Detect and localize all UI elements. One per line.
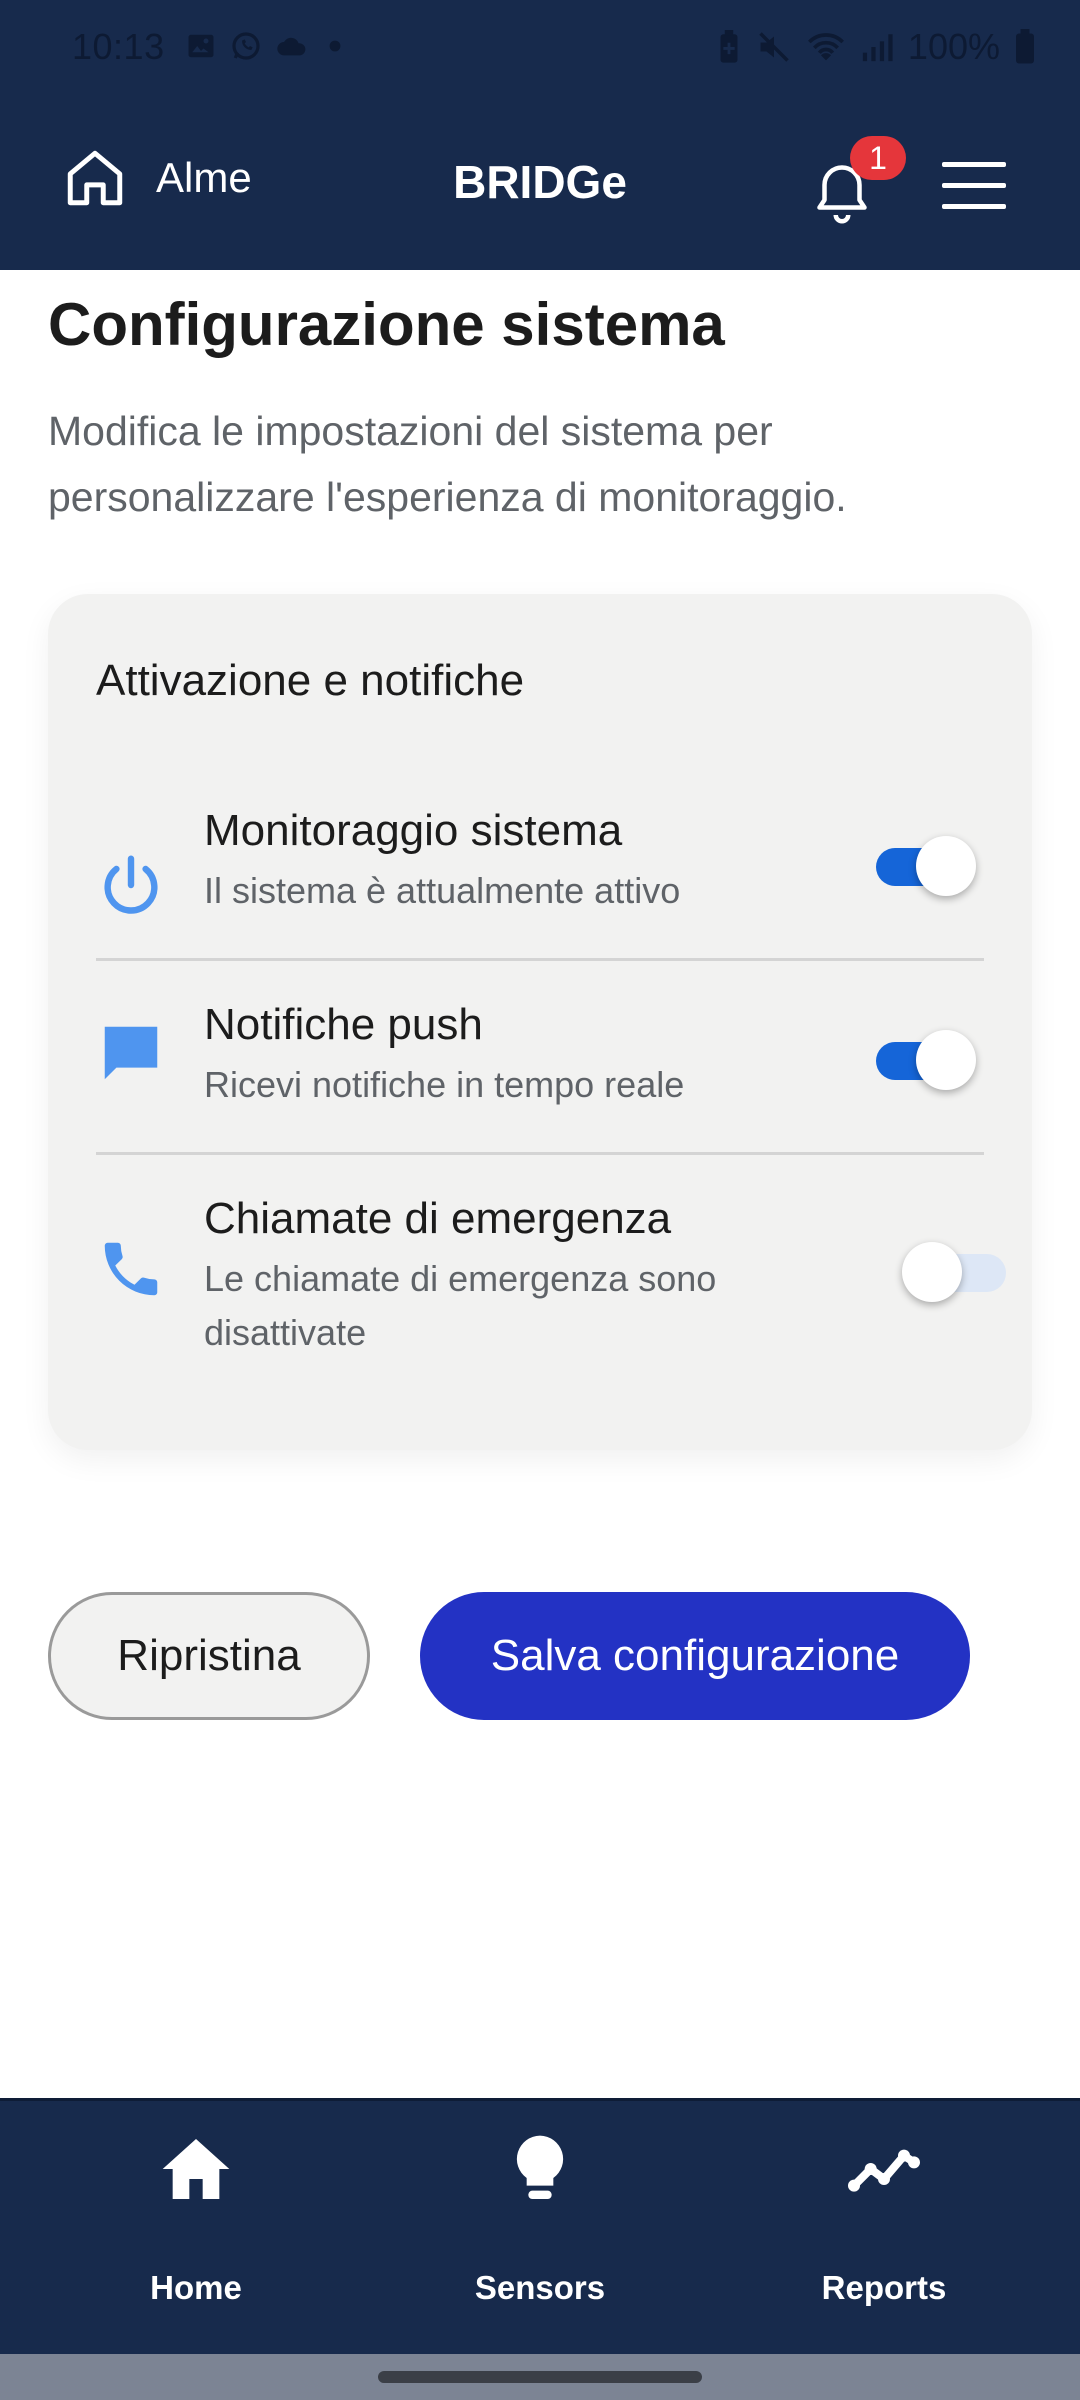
setting-row-emergency: Chiamate di emergenza Le chiamate di eme… — [96, 1194, 1006, 1394]
bottom-navigation: Home Sensors Reports — [0, 2098, 1080, 2354]
setting-desc-monitoring: Il sistema è attualmente attivo — [204, 870, 681, 911]
notifications-button[interactable]: 1 — [812, 136, 906, 236]
reset-button[interactable]: Ripristina — [48, 1592, 370, 1720]
toggle-push[interactable] — [876, 1030, 976, 1090]
status-left-icons — [186, 30, 348, 62]
menu-button[interactable] — [940, 136, 1010, 236]
status-bar: 10:13 100% — [0, 0, 1080, 96]
setting-row-push: Notifiche push Ricevi notifiche in tempo… — [96, 1000, 984, 1150]
battery-saver-icon — [720, 30, 738, 63]
notification-badge: 1 — [850, 136, 906, 180]
card-title: Attivazione e notifiche — [96, 656, 525, 705]
setting-name-emergency: Chiamate di emergenza — [204, 1194, 672, 1243]
status-time: 10:13 — [72, 26, 165, 67]
gesture-handle[interactable] — [378, 2371, 702, 2383]
lightbulb-icon — [516, 2135, 564, 2199]
divider — [96, 1152, 984, 1155]
wifi-icon — [807, 33, 844, 61]
home-outline-icon — [67, 150, 123, 206]
nav-item-home[interactable]: Home — [46, 2101, 346, 2357]
nav-label-sensors: Sensors — [474, 2269, 606, 2306]
setting-desc-emergency: Le chiamate di emergenza sono disattivat… — [204, 1258, 717, 1353]
battery-icon — [1016, 29, 1034, 64]
chat-bubble-icon — [104, 1026, 158, 1080]
toggle-knob — [916, 836, 976, 896]
status-right-icons: 100% — [716, 26, 1036, 68]
signal-icon — [862, 34, 893, 62]
home-icon — [162, 2139, 230, 2199]
hamburger-menu-icon — [942, 162, 1006, 209]
settings-card: Attivazione e notifiche Monitoraggio sis… — [48, 594, 1032, 1450]
top-app-bar: 10:13 100% Alme BRIDGe 1 — [0, 0, 1080, 270]
trend-line-icon — [848, 2149, 920, 2192]
phone-icon — [104, 1242, 158, 1296]
nav-item-sensors[interactable]: Sensors — [390, 2101, 690, 2357]
toggle-monitoring[interactable] — [876, 836, 976, 896]
page-subtitle: Modifica le impostazioni del sistema per… — [48, 408, 847, 520]
power-icon — [104, 855, 158, 914]
cloud-icon — [277, 37, 306, 56]
system-gesture-area — [0, 2354, 1080, 2400]
gallery-icon — [188, 34, 214, 58]
setting-name-monitoring: Monitoraggio sistema — [204, 806, 623, 855]
home-location-button[interactable]: Alme — [62, 128, 252, 228]
home-location-label: Alme — [156, 154, 252, 201]
dot-icon — [329, 40, 341, 52]
divider — [96, 958, 984, 961]
battery-percentage: 100% — [907, 26, 1000, 67]
setting-name-push: Notifiche push — [204, 1000, 483, 1049]
toggle-knob — [902, 1242, 962, 1302]
nav-label-reports: Reports — [821, 2269, 947, 2306]
nav-label-home: Home — [150, 2269, 242, 2306]
toggle-knob — [916, 1030, 976, 1090]
app-header: Alme BRIDGe 1 — [0, 96, 1080, 270]
toggle-emergency[interactable] — [902, 1242, 1006, 1302]
save-configuration-button[interactable]: Salva configurazione — [420, 1592, 970, 1720]
setting-row-monitoring: Monitoraggio sistema Il sistema è attual… — [96, 806, 984, 956]
setting-desc-push: Ricevi notifiche in tempo reale — [204, 1064, 685, 1105]
page-title: Configurazione sistema — [48, 291, 725, 358]
whatsapp-icon — [232, 32, 260, 60]
mute-icon — [759, 32, 789, 62]
nav-item-reports[interactable]: Reports — [734, 2101, 1034, 2357]
